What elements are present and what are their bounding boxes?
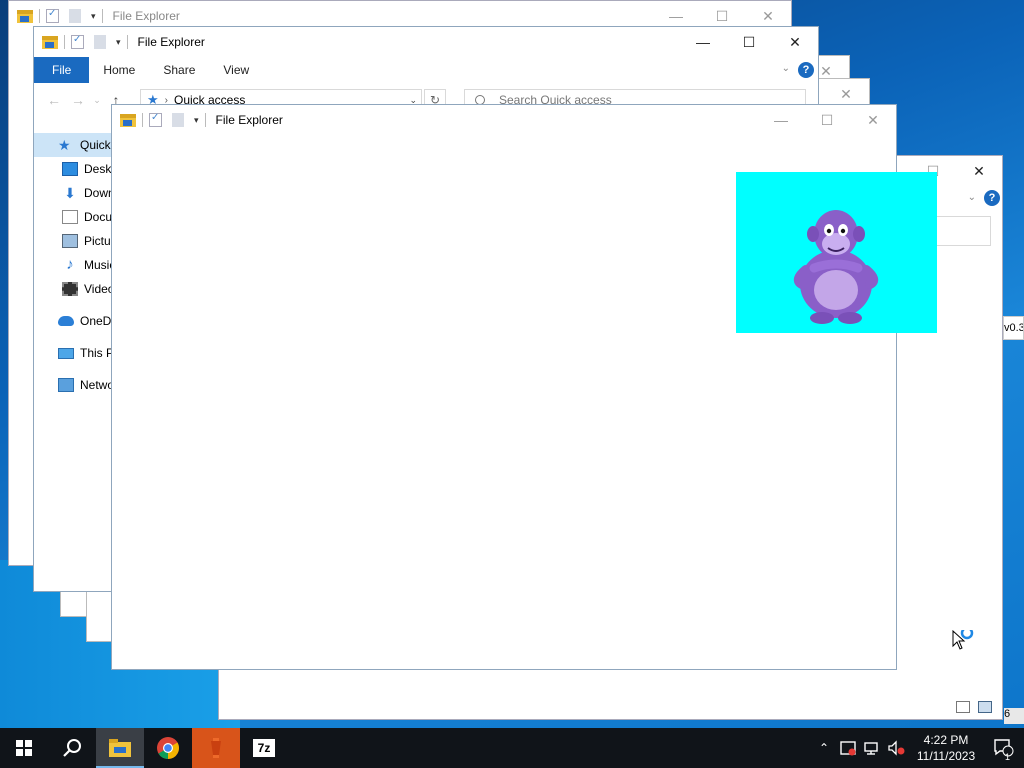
sidebar-item-downloads[interactable]: ⬇ Downloads <box>34 181 143 205</box>
customize-dropdown-icon[interactable]: ▾ <box>116 37 121 48</box>
documents-icon <box>62 210 78 224</box>
properties-icon[interactable] <box>149 112 162 127</box>
folder-icon <box>17 9 33 23</box>
tab-home[interactable]: Home <box>89 57 149 83</box>
taskbar: 7z ⌃ 4:22 PM 11/11/2023 1 <box>0 728 1024 768</box>
customize-dropdown-icon[interactable]: ▾ <box>194 115 199 126</box>
sidebar-item-network[interactable]: Network <box>34 373 124 397</box>
action-center-button[interactable]: 1 <box>984 739 1024 762</box>
search-button[interactable] <box>48 728 96 768</box>
large-icons-view-icon[interactable] <box>978 701 992 713</box>
tab-file[interactable]: File <box>34 57 90 83</box>
folder-icon <box>42 35 58 49</box>
notification-count-badge: 1 <box>1005 752 1011 762</box>
quick-access-toolbar: ▾ <box>120 112 212 127</box>
sidebar-item-music[interactable]: ♪ Music <box>34 253 115 277</box>
volume-muted-icon[interactable] <box>884 728 908 768</box>
properties-icon[interactable] <box>71 34 84 49</box>
taskbar-chrome[interactable] <box>144 728 192 768</box>
network-icon[interactable] <box>860 728 884 768</box>
7zip-icon: 7z <box>253 739 275 757</box>
sidebar-item-pictures[interactable]: Pictures <box>34 229 127 253</box>
taskbar-office[interactable] <box>192 728 240 768</box>
clipped-digit: 6 <box>1004 708 1024 724</box>
network-icon <box>58 378 74 392</box>
sidebar-item-documents[interactable]: Documents <box>34 205 145 229</box>
details-view-icon[interactable] <box>956 701 970 713</box>
music-icon: ♪ <box>66 256 74 273</box>
navigation-pane: ★ Quick access Desktop ⬇ Downloads Docum… <box>34 133 151 397</box>
star-icon: ★ <box>58 137 71 153</box>
quick-access-toolbar: ▾ <box>42 34 134 49</box>
tab-share[interactable]: Share <box>149 57 209 83</box>
window-title: File Explorer <box>112 9 180 23</box>
ribbon-tabs: File Home Share View <box>34 57 818 83</box>
search-icon <box>63 739 81 757</box>
taskbar-7zip[interactable]: 7z <box>240 728 288 768</box>
pictures-icon <box>62 234 78 248</box>
customize-dropdown-icon[interactable]: ▾ <box>91 11 96 22</box>
maximize-button[interactable]: ☐ <box>804 105 850 135</box>
ribbon-expand-icon[interactable]: ⌄ <box>968 192 976 203</box>
tab-view[interactable]: View <box>209 57 263 83</box>
ribbon-expand-icon[interactable]: ⌄ <box>782 63 790 74</box>
busy-cursor-icon <box>952 626 978 657</box>
maximize-button[interactable]: ☐ <box>726 27 772 57</box>
properties-icon[interactable] <box>46 8 59 23</box>
forward-arrow-icon[interactable]: → <box>66 92 90 108</box>
clipped-label: v0.3 <box>1003 316 1024 340</box>
notification-icon <box>994 739 1014 757</box>
clock-time: 4:22 PM <box>923 733 969 747</box>
show-hidden-icons-chevron-icon[interactable]: ⌃ <box>812 728 836 768</box>
new-folder-icon[interactable] <box>172 113 184 127</box>
minimize-button[interactable]: — <box>758 105 804 135</box>
sidebar-item-quick-access[interactable]: ★ Quick access <box>34 133 151 157</box>
download-icon: ⬇ <box>64 185 76 201</box>
sidebar-item-this-pc[interactable]: This PC <box>34 341 123 365</box>
sidebar-item-desktop[interactable]: Desktop <box>34 157 128 181</box>
file-explorer-icon <box>109 739 131 757</box>
sidebar-item-videos[interactable]: Videos <box>34 277 120 301</box>
taskbar-file-explorer[interactable] <box>96 728 144 768</box>
help-icon[interactable]: ? <box>984 190 1000 206</box>
quick-access-toolbar: ▾ <box>17 8 109 23</box>
desktop-icon <box>62 162 78 176</box>
search-box-partial[interactable] <box>935 216 991 246</box>
system-tray: ⌃ 4:22 PM 11/11/2023 1 <box>812 728 1024 768</box>
window-title: File Explorer <box>215 113 283 127</box>
office-icon <box>211 738 221 758</box>
chrome-icon <box>157 737 179 759</box>
view-toggle-group <box>956 701 992 713</box>
sidebar-item-onedrive[interactable]: OneDrive <box>34 309 131 333</box>
videos-icon <box>62 282 78 296</box>
help-icon[interactable]: ? <box>798 62 814 78</box>
bonzi-buddy-character[interactable] <box>736 172 937 333</box>
onedrive-icon <box>58 316 74 326</box>
new-folder-icon[interactable] <box>69 9 81 23</box>
close-button[interactable]: ✕ <box>850 105 896 135</box>
start-button[interactable] <box>0 728 48 768</box>
system-clock[interactable]: 4:22 PM 11/11/2023 <box>908 732 984 764</box>
recent-dropdown-icon[interactable]: ⌄ <box>90 95 104 106</box>
this-pc-icon <box>58 347 74 359</box>
security-warning-icon[interactable] <box>836 728 860 768</box>
back-arrow-icon[interactable]: ← <box>42 92 66 108</box>
close-button[interactable]: ✕ <box>772 27 818 57</box>
minimize-button[interactable]: — <box>680 27 726 57</box>
windows-logo-icon <box>16 740 32 756</box>
clock-date: 11/11/2023 <box>916 749 976 763</box>
window-title: File Explorer <box>137 35 205 49</box>
new-folder-icon[interactable] <box>94 35 106 49</box>
folder-icon <box>120 113 136 127</box>
close-button[interactable]: ✕ <box>956 156 1002 186</box>
